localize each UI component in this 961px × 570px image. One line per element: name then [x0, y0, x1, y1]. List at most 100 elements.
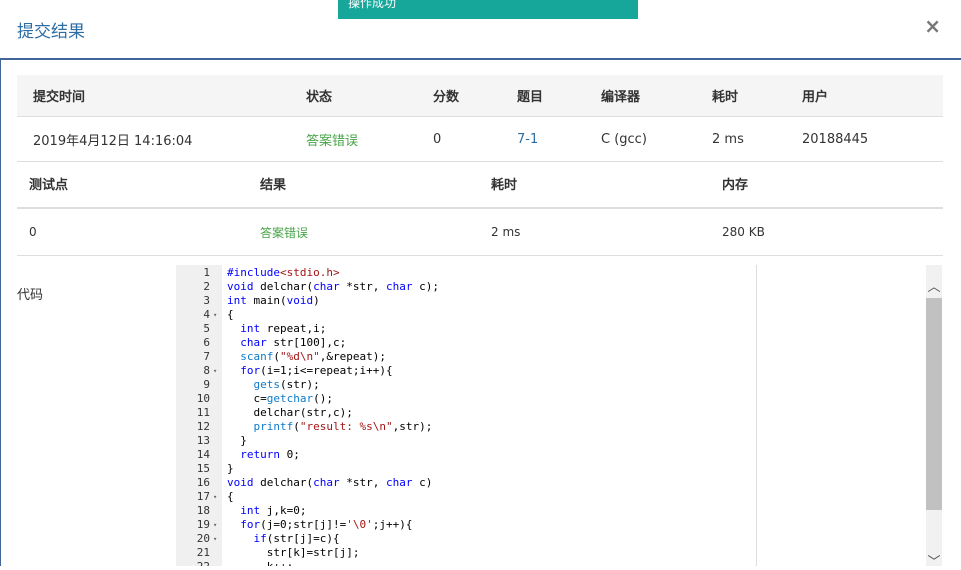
line-number: 21 [196, 546, 210, 559]
code-line: 18 int j,k=0; [176, 504, 756, 518]
code-text: void delchar(char *str, char c); [227, 280, 439, 293]
case-duration: 2 ms [479, 208, 710, 256]
code-editor[interactable]: 1 #include<stdio.h> 2 void delchar(char *st… [176, 265, 757, 566]
scrollbar-thumb[interactable] [926, 298, 942, 510]
line-number: 13 [196, 434, 210, 447]
code-text: { [227, 490, 234, 503]
line-number: 1 [203, 266, 210, 279]
code-line: 6 char str[100],c; [176, 336, 756, 350]
line-number: 18 [196, 504, 210, 517]
code-text: gets(str); [253, 378, 320, 391]
code-line: 19 ▾ for(j=0;str[j]!='\0';j++){ [176, 518, 756, 532]
line-number: 3 [203, 294, 210, 307]
table-header-row: 提交时间 状态 分数 题目 编译器 耗时 用户 [17, 75, 943, 117]
compiler-value: C (gcc) [600, 116, 711, 162]
line-number: 17 [196, 490, 210, 503]
header-duration: 耗时 [711, 75, 801, 117]
header-score: 分数 [432, 75, 516, 117]
code-text: char str[100],c; [240, 336, 347, 349]
code-text: int j,k=0; [240, 504, 307, 517]
toast-message: 操作成功 [348, 0, 397, 10]
code-text: #include<stdio.h> [227, 266, 340, 279]
line-number: 15 [196, 462, 210, 475]
code-line: 9 gets(str); [176, 378, 756, 392]
duration-value: 2 ms [711, 116, 801, 162]
code-line: 15} [176, 462, 756, 476]
score-value: 0 [432, 116, 516, 162]
line-number: 4 [203, 308, 210, 321]
line-number: 5 [203, 322, 210, 335]
status-value: 答案错误 [305, 116, 432, 162]
code-text: c=getchar(); [227, 392, 333, 405]
code-line: 13 } [176, 434, 756, 448]
header-divider [0, 58, 961, 60]
user-value: 20188445 [801, 116, 943, 162]
code-line: 14 return 0; [176, 448, 756, 462]
table-row: 0 答案错误 2 ms 280 KB [17, 208, 943, 256]
line-number: 12 [196, 420, 210, 433]
code-text: delchar(str,c); [227, 406, 353, 419]
line-number: 10 [196, 392, 210, 405]
line-number: 8 [203, 364, 210, 377]
left-border [0, 60, 1, 566]
code-text: int main(void) [227, 294, 320, 307]
header-case: 测试点 [17, 160, 248, 209]
code-line: 11 delchar(str,c); [176, 406, 756, 420]
fold-toggle-icon[interactable]: ▾ [213, 518, 217, 532]
line-number: 6 [203, 336, 210, 349]
submission-summary-table: 提交时间 状态 分数 题目 编译器 耗时 用户 2019年4月12日 14:16… [17, 75, 943, 162]
line-number: 19 [196, 518, 210, 531]
code-text: int repeat,i; [240, 322, 327, 335]
line-number: 20 [196, 532, 210, 545]
case-id: 0 [17, 208, 248, 256]
problem-link[interactable]: 7-1 [516, 116, 600, 162]
code-line: 4 ▾ { [176, 308, 756, 322]
line-number: 7 [203, 350, 210, 363]
case-memory: 280 KB [710, 208, 943, 256]
code-text: printf("result: %s\n",str); [253, 420, 433, 433]
submit-time: 2019年4月12日 14:16:04 [17, 116, 305, 162]
code-line: 22 k++; [176, 560, 756, 566]
scroll-up-icon[interactable]: ︿ [926, 276, 942, 296]
test-case-table: 测试点 结果 耗时 内存 0 答案错误 2 ms 280 KB [17, 160, 943, 256]
table-header-row: 测试点 结果 耗时 内存 [17, 160, 943, 209]
header-memory: 内存 [710, 160, 943, 209]
code-text: str[k]=str[j]; [227, 546, 360, 559]
code-line: 5 int repeat,i; [176, 322, 756, 336]
code-line: 7 scanf("%d\n",&repeat); [176, 350, 756, 364]
code-line: 17 ▾ { [176, 490, 756, 504]
code-text: for(i=1;i<=repeat;i++){ [240, 364, 393, 377]
code-line: 20 ▾ if(str[j]=c){ [176, 532, 756, 546]
fold-toggle-icon[interactable]: ▾ [213, 308, 217, 322]
scroll-down-icon[interactable]: ﹀ [926, 551, 942, 570]
header-compiler: 编译器 [600, 75, 711, 117]
code-label: 代码 [17, 288, 44, 303]
line-number: 22 [176, 560, 210, 566]
header-time: 提交时间 [17, 75, 305, 117]
code-line: 2 void delchar(char *str, char c); [176, 280, 756, 294]
header-status: 状态 [305, 75, 432, 117]
table-row: 2019年4月12日 14:16:04 答案错误 0 7-1 C (gcc) 2… [17, 116, 943, 162]
line-number: 9 [203, 378, 210, 391]
line-number: 14 [196, 448, 210, 461]
code-line: 10 c=getchar(); [176, 392, 756, 406]
fold-toggle-icon[interactable]: ▾ [213, 364, 217, 378]
code-text: if(str[j]=c){ [253, 532, 340, 545]
fold-toggle-icon[interactable]: ▾ [213, 532, 217, 546]
fold-toggle-icon[interactable]: ▾ [213, 490, 217, 504]
line-number: 2 [203, 280, 210, 293]
code-text: void delchar(char *str, char c) [227, 476, 433, 489]
line-number: 16 [196, 476, 210, 489]
dialog-title: 提交结果 [17, 22, 85, 42]
code-line: 8 ▾ for(i=1;i<=repeat;i++){ [176, 364, 756, 378]
header-case-duration: 耗时 [479, 160, 710, 209]
code-line: 21 str[k]=str[j]; [176, 546, 756, 560]
close-icon[interactable]: × [924, 14, 941, 38]
code-text: { [227, 308, 234, 321]
header-problem: 题目 [516, 75, 600, 117]
code-line: 12 printf("result: %s\n",str); [176, 420, 756, 434]
code-text: } [227, 434, 247, 447]
code-text: for(j=0;str[j]!='\0';j++){ [240, 518, 413, 531]
header-result: 结果 [248, 160, 479, 209]
code-line: 1 #include<stdio.h> [176, 266, 756, 280]
